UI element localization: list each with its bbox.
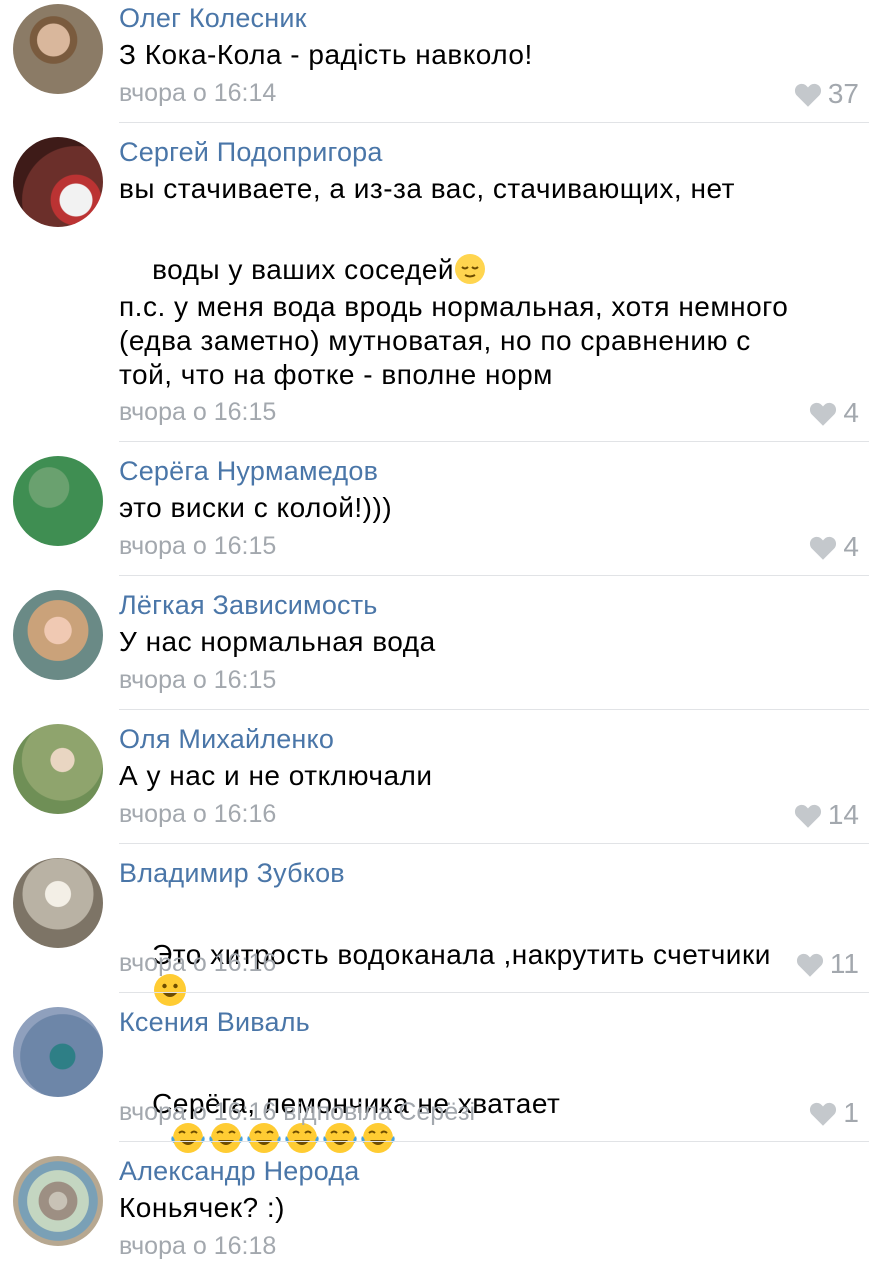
avatar[interactable] [13,456,103,546]
avatar[interactable] [13,1007,103,1097]
comment-author[interactable]: Ксения Виваль [119,1007,310,1038]
comment-time: вчора о 16:16 відповіла Серёзі [119,1098,476,1126]
like-button[interactable]: 4 [809,531,859,563]
comment-text: п.с. у меня вода вродь нормальная, хотя … [119,291,789,390]
comment-author[interactable]: Владимир Зубков [119,858,345,889]
comment-text: Коньячек? :) [119,1192,285,1223]
divider [119,843,869,844]
heart-icon [796,953,823,977]
comment-text: вы стачиваете, а из-за вас, стачивающих,… [119,173,735,204]
divider [119,441,869,442]
avatar[interactable] [13,724,103,814]
like-count: 4 [843,397,859,428]
avatar[interactable] [13,4,103,94]
heart-icon [794,83,821,107]
comment-author[interactable]: Сергей Подопригора [119,137,383,168]
comment-time: вчора о 16:16 [119,949,277,977]
comment-time: вчора о 16:14 [119,79,277,107]
crying-laughing-icon [359,1121,397,1163]
comment-text: З Кока-Кола - радість навколо! [119,39,533,70]
comment-text: У нас нормальная вода [119,626,436,657]
divider [119,575,869,576]
comment-author[interactable]: Серёга Нурмамедов [119,456,378,487]
comment-author[interactable]: Оля Михайленко [119,724,334,755]
like-button[interactable]: 37 [794,78,859,110]
relieved-face-icon [454,253,486,293]
like-count: 37 [827,78,859,109]
like-button[interactable]: 14 [794,799,859,831]
avatar[interactable] [13,858,103,948]
comment-time: вчора о 16:16 [119,800,277,828]
avatar[interactable] [13,590,103,680]
divider [119,122,869,123]
comment-time: вчора о 16:18 [119,1232,277,1260]
like-count: 11 [829,948,859,979]
heart-icon [810,1102,837,1126]
like-button[interactable]: 1 [809,1097,859,1129]
like-count: 14 [827,799,859,830]
like-button[interactable]: 4 [809,397,859,429]
avatar[interactable] [13,137,103,227]
heart-icon [810,402,837,426]
divider [119,709,869,710]
divider [119,992,869,993]
heart-icon [810,536,837,560]
comment-time: вчора о 16:15 [119,666,277,694]
divider [119,1141,869,1142]
comment-author[interactable]: Олег Колесник [119,3,307,34]
comment-text: это виски с колой!))) [119,492,393,523]
avatar[interactable] [13,1156,103,1246]
comment-time: вчора о 16:15 [119,398,277,426]
comment-author[interactable]: Александр Нерода [119,1156,360,1187]
like-count: 4 [843,531,859,562]
heart-icon [794,804,821,828]
comment-author[interactable]: Лёгкая Зависимость [119,590,378,621]
comment-text: А у нас и не отключали [119,760,433,791]
like-count: 1 [843,1097,859,1128]
comment-text-line: воды у ваших соседей [152,254,455,285]
like-button[interactable]: 11 [796,948,859,980]
comment-time: вчора о 16:15 [119,532,277,560]
